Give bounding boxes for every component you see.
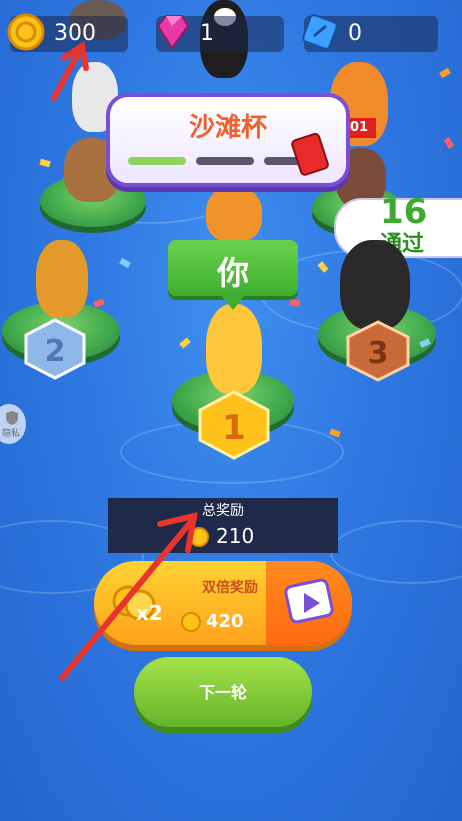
bronze-badge: 3 xyxy=(346,320,410,382)
privacy-button[interactable]: 隐私 xyxy=(0,404,26,444)
character-player xyxy=(206,304,262,394)
coin-icon xyxy=(181,612,201,632)
character-second-place xyxy=(36,240,88,318)
ticket-counter: 0 xyxy=(302,14,438,52)
multiplier-label: x2 xyxy=(136,601,163,625)
bubble-tail xyxy=(220,294,246,310)
next-round-button[interactable]: 下一轮 xyxy=(134,657,312,727)
total-reward-panel: 总奖励 210 xyxy=(108,498,338,553)
confetti xyxy=(39,158,51,168)
double-reward-label: 双倍奖励 xyxy=(202,580,258,596)
next-round-label: 下一轮 xyxy=(198,683,247,702)
confetti xyxy=(179,337,191,349)
reward-amount: 210 xyxy=(216,524,255,548)
red-card-icon xyxy=(291,132,329,176)
game-screen: 01 300 1 0 沙滩杯 16 通过 2 3 1 你 隐私 总奖励 210 … xyxy=(0,0,462,821)
ticket-icon xyxy=(302,14,338,50)
gold-badge: 1 xyxy=(198,390,270,460)
character-fox xyxy=(206,186,262,242)
third-place-number: 3 xyxy=(368,336,389,371)
gem-counter: 1 xyxy=(156,15,284,52)
first-place-number: 1 xyxy=(222,408,246,448)
confetti xyxy=(439,67,451,79)
reward-title: 总奖励 xyxy=(202,503,244,519)
ticket-count: 0 xyxy=(348,21,362,46)
progress-segment-1 xyxy=(128,157,186,165)
coin-count: 300 xyxy=(54,21,96,46)
video-ad-icon xyxy=(284,578,334,624)
you-indicator: 你 xyxy=(168,240,298,310)
confetti xyxy=(119,257,131,269)
privacy-label: 隐私 xyxy=(2,429,21,439)
character-third-place xyxy=(340,240,410,330)
coin-counter: 300 xyxy=(7,13,128,52)
you-label: 你 xyxy=(216,254,249,292)
coin-icon xyxy=(7,13,45,51)
progress-segment-2 xyxy=(196,157,254,165)
silver-badge: 2 xyxy=(24,318,86,380)
second-place-number: 2 xyxy=(45,334,66,369)
confetti xyxy=(443,137,455,149)
gem-icon xyxy=(156,15,190,50)
gem-count: 1 xyxy=(200,21,214,46)
confetti xyxy=(93,298,105,308)
coin-icon xyxy=(189,527,209,547)
shield-icon xyxy=(6,411,18,425)
double-reward-amount: 420 xyxy=(206,611,244,632)
double-reward-button[interactable]: x2 双倍奖励 420 xyxy=(94,561,352,645)
